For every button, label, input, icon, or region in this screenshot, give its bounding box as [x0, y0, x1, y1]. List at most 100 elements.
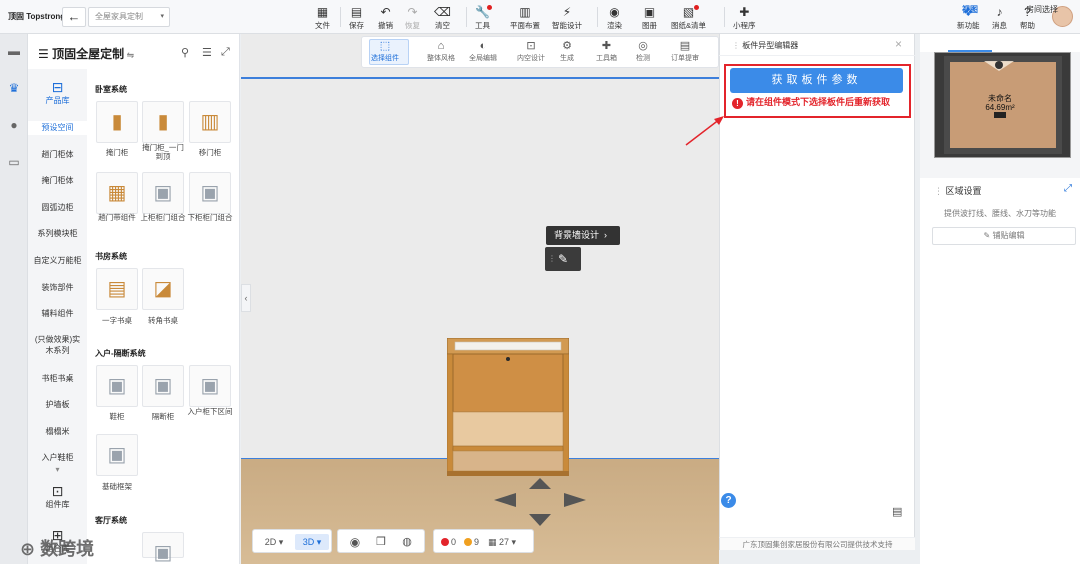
zone-settings-title: ⋮ 区域设置 — [934, 186, 982, 196]
expand-icon[interactable]: ⤢ — [1064, 183, 1072, 194]
switch-icon[interactable]: ⇋ — [124, 50, 135, 60]
rail-crown-icon[interactable]: ♛ — [6, 80, 22, 96]
notification-dot — [487, 5, 492, 10]
messages-button[interactable]: ♪ 消息 — [992, 4, 1007, 31]
undo-button[interactable]: ↶ 撤销 — [378, 4, 393, 31]
category-item[interactable]: 预设空间 — [28, 121, 87, 135]
item-count[interactable]: ▦ 27 ▾ — [488, 535, 516, 549]
product-thumb[interactable]: ▮ — [96, 101, 138, 143]
order-submit-tool[interactable]: ▤ 订单提审 — [671, 39, 699, 63]
minimap-cabinet — [994, 112, 1006, 118]
category-item[interactable]: 辅料组件 — [28, 308, 87, 319]
chevron-down-icon: ▾ — [160, 13, 164, 20]
drag-handle-icon[interactable]: ⋮ — [732, 41, 742, 50]
product-thumb[interactable]: ▣ — [96, 434, 138, 476]
overall-style-tool[interactable]: ⌂ 整体风格 — [427, 39, 455, 63]
select-component-tool[interactable]: ⬚ 选择组件 — [371, 39, 399, 63]
drag-handle-icon[interactable]: ⋮ — [934, 186, 946, 196]
category-item[interactable]: 护墙板 — [28, 399, 87, 410]
edit-button[interactable]: ⋮ ✎ — [545, 247, 581, 271]
view-3d-button[interactable]: 3D ▾ — [295, 534, 329, 550]
category-item[interactable]: 自定义万能柜 — [28, 255, 87, 266]
product-thumb[interactable]: ▮ — [142, 101, 184, 143]
expand-icon[interactable]: ⤢ — [221, 46, 230, 59]
back-button[interactable]: ← — [62, 7, 86, 27]
tools-button[interactable]: 🔧 工具 — [475, 4, 492, 31]
tab-product-library[interactable]: ⊟ 产品库 — [28, 79, 87, 106]
collapse-panel-button[interactable]: ‹ — [241, 284, 251, 312]
global-edit-tool[interactable]: ◐ 全局编辑 — [469, 39, 497, 63]
toolbox-icon: ✚ — [601, 40, 612, 52]
wardrobe-icon: ▥ — [200, 111, 220, 133]
product-thumb[interactable]: ▥ — [189, 101, 231, 143]
chevron-down-icon[interactable]: ▾ — [28, 464, 87, 475]
clear-button[interactable]: ⌫ 清空 — [434, 4, 451, 31]
view-2d-button[interactable]: 2D ▾ — [257, 534, 291, 550]
camera-icon: ◉ — [609, 5, 620, 19]
product-thumb[interactable]: ▣ — [189, 172, 231, 214]
product-thumb[interactable]: ▣ — [96, 365, 138, 407]
category-item[interactable]: 掩门柜体 — [28, 175, 87, 186]
inner-space-tool[interactable]: ⊡ 内空设计 — [517, 39, 545, 63]
product-thumb[interactable]: ▣ — [189, 365, 231, 407]
search-icon[interactable]: ⚲ — [181, 46, 189, 59]
render-button[interactable]: ◉ 渲染 — [607, 4, 622, 31]
component-library-icon: ⊡ — [51, 483, 64, 499]
category-item[interactable]: 系列模块柜 — [28, 228, 87, 239]
category-item[interactable]: 榻榻米 — [28, 426, 87, 437]
product-thumb[interactable]: ▤ — [96, 268, 138, 310]
tab-view[interactable]: 视图 — [962, 4, 978, 15]
minimap-camera[interactable] — [984, 59, 1014, 75]
project-select[interactable]: 全屋家具定制 ▾ — [88, 7, 170, 27]
speed-icon[interactable]: ◍ — [398, 534, 416, 550]
drag-handle-icon[interactable]: ⋮ — [548, 252, 556, 266]
cabinet-handle — [506, 357, 510, 361]
category-item[interactable]: 圆弧边柜 — [28, 202, 87, 213]
wall-design-button[interactable]: 背景墙设计 › — [546, 226, 620, 245]
rail-user-icon[interactable]: ● — [6, 117, 22, 133]
tab-room-select[interactable]: 房间选择 — [1026, 4, 1058, 15]
error-count[interactable]: 0 — [441, 535, 456, 549]
detect-tool[interactable]: ◎ 检测 — [636, 39, 650, 63]
rail-bus-icon[interactable]: ▭ — [6, 154, 22, 170]
category-item[interactable]: (只做效果)实木系列 — [28, 334, 87, 356]
floor-plan-button[interactable]: ▥ 平面布置 — [510, 4, 540, 31]
file-menu-button[interactable]: ▦ 文件 — [315, 4, 330, 31]
toolbox-tool[interactable]: ✚ 工具箱 — [596, 39, 617, 63]
cube-icon[interactable]: ❒ — [372, 534, 390, 550]
paste-edit-button[interactable]: ✎ 铺贴编辑 — [932, 227, 1076, 245]
smart-design-button[interactable]: ⚡ 智能设计 — [552, 4, 582, 31]
zone-settings-desc: 提供波打线、腰线、水刀等功能 — [944, 209, 1056, 218]
watermark-logo-icon: ⊕ — [20, 539, 41, 559]
eye-icon[interactable]: ◉ — [346, 534, 364, 550]
product-thumb[interactable]: ▣ — [142, 172, 184, 214]
album-button[interactable]: ▣ 图册 — [642, 4, 657, 31]
help-icon[interactable]: ? — [721, 493, 736, 508]
drawings-list-button[interactable]: ▧ 图纸&清单 — [671, 4, 706, 31]
order-submit-icon: ▤ — [679, 40, 691, 52]
chevron-left-icon: ‹ — [244, 293, 248, 303]
category-item[interactable]: 书柜书桌 — [28, 373, 87, 384]
mini-program-button[interactable]: ✚ 小程序 — [733, 4, 756, 31]
category-item[interactable]: 入户鞋柜 — [28, 452, 87, 463]
close-icon[interactable]: × — [895, 37, 902, 51]
error-icon — [441, 538, 449, 546]
rail-layers-icon[interactable]: ▬ — [6, 43, 22, 59]
filter-icon[interactable]: ☰ — [202, 46, 212, 59]
redo-button[interactable]: ↷ 恢复 — [405, 4, 420, 31]
warning-count[interactable]: 9 — [464, 535, 479, 549]
category-item[interactable]: 装饰部件 — [28, 282, 87, 293]
category-item[interactable]: 趟门柜体 — [28, 149, 87, 160]
product-thumb[interactable]: ▦ — [96, 172, 138, 214]
tab-component-library[interactable]: ⊡ 组件库 — [28, 483, 87, 510]
save-button[interactable]: ▤ 保存 — [349, 4, 364, 31]
cabinet-model[interactable] — [447, 338, 569, 476]
generate-tool[interactable]: ⚙ 生成 — [560, 39, 574, 63]
product-thumb[interactable]: ▣ — [142, 532, 184, 564]
product-thumb[interactable]: ▣ — [142, 365, 184, 407]
puzzle-icon: ✚ — [739, 5, 750, 19]
product-label: 一字书桌 — [102, 316, 132, 325]
product-label: 移门柜 — [198, 148, 222, 157]
product-thumb[interactable]: ◪ — [142, 268, 184, 310]
clipboard-icon[interactable]: ▤ — [892, 505, 902, 518]
